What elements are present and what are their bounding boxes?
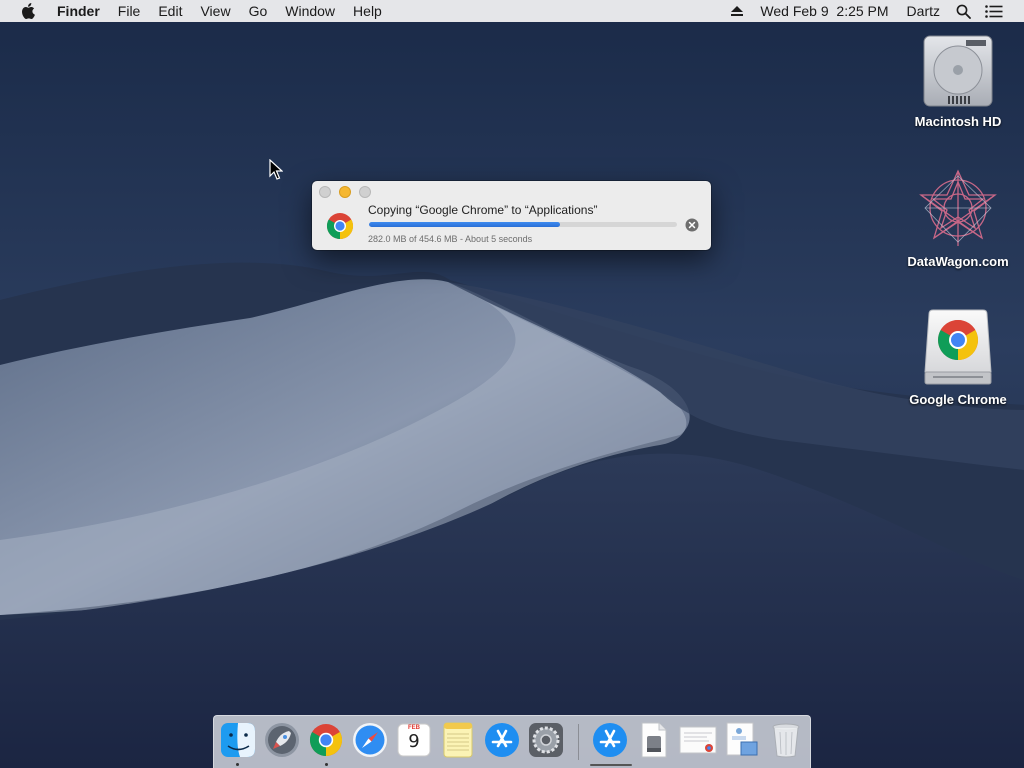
- safari-compass-icon: [353, 723, 387, 757]
- dock-google-chrome[interactable]: [307, 721, 345, 759]
- notification-center-icon[interactable]: [978, 0, 1010, 22]
- window-zoom-button[interactable]: [359, 186, 371, 198]
- spotlight-search-icon[interactable]: [949, 0, 978, 22]
- dock-app-store-downloads[interactable]: [591, 721, 629, 759]
- dock-system-preferences[interactable]: [527, 721, 565, 759]
- copy-dialog-title: Copying “Google Chrome” to “Applications…: [368, 203, 598, 217]
- copy-progress-bar: [369, 222, 677, 227]
- dock-calendar[interactable]: FEB 9: [395, 721, 433, 759]
- dock-app-store[interactable]: [483, 721, 521, 759]
- desktop-icon-macintosh-hd[interactable]: Macintosh HD: [898, 32, 1018, 129]
- menu-go[interactable]: Go: [240, 0, 277, 22]
- dock-launchpad[interactable]: [263, 721, 301, 759]
- menu-app-finder[interactable]: Finder: [48, 0, 109, 22]
- dock-progress-indicator: [590, 764, 632, 766]
- copy-status-text: 282.0 MB of 454.6 MB - About 5 seconds: [368, 234, 533, 244]
- chrome-icon: [326, 213, 354, 240]
- notes-icon: [443, 722, 473, 758]
- menu-edit[interactable]: Edit: [149, 0, 191, 22]
- app-store-icon: [485, 723, 519, 757]
- dock-running-indicator: [325, 763, 328, 766]
- apple-icon[interactable]: [8, 0, 48, 22]
- calendar-day: 9: [408, 731, 420, 752]
- dock-disk-image-file[interactable]: [635, 721, 673, 759]
- menu-help[interactable]: Help: [344, 0, 391, 22]
- dock: FEB 9: [213, 715, 811, 768]
- desktop-icon-datawagon[interactable]: DataWagon.com: [898, 168, 1018, 269]
- dock-separator: [578, 724, 579, 760]
- eject-icon[interactable]: [723, 0, 751, 22]
- chrome-icon: [309, 724, 343, 757]
- copy-progress-dialog: Copying “Google Chrome” to “Applications…: [312, 181, 711, 250]
- dock-safari[interactable]: [351, 721, 389, 759]
- finder-icon: [221, 723, 255, 757]
- menu-clock[interactable]: Wed Feb 9 2:25 PM: [751, 0, 897, 22]
- desktop-icon-label: Google Chrome: [909, 392, 1007, 407]
- datawagon-logo-icon: [919, 169, 997, 246]
- dock-notes[interactable]: [439, 721, 477, 759]
- desktop-icon-label: Macintosh HD: [914, 114, 1002, 129]
- document-icon: [641, 722, 667, 758]
- hard-drive-icon: [923, 35, 993, 107]
- chrome-disk-image-icon: [924, 309, 992, 385]
- preview-document-icon: [726, 722, 758, 756]
- cancel-copy-button[interactable]: [685, 218, 699, 232]
- desktop: Finder File Edit View Go Window Help Wed…: [0, 0, 1024, 768]
- gear-icon: [529, 723, 563, 757]
- dock-preview-document[interactable]: [723, 721, 761, 759]
- mouse-cursor-icon: [269, 159, 283, 180]
- dock-document[interactable]: [679, 721, 717, 759]
- dock-trash[interactable]: [767, 721, 805, 759]
- trash-icon: [772, 723, 800, 758]
- copy-progress-fill: [369, 222, 560, 227]
- menu-extras: Wed Feb 9 2:25 PM Dartz: [723, 0, 1024, 22]
- desktop-icon-google-chrome-dmg[interactable]: Google Chrome: [898, 308, 1018, 407]
- window-minimize-button[interactable]: [339, 186, 351, 198]
- launchpad-rocket-icon: [265, 723, 299, 757]
- document-icon: [679, 726, 717, 754]
- dock-finder[interactable]: [219, 721, 257, 759]
- dock-running-indicator: [236, 763, 239, 766]
- menu-bar: Finder File Edit View Go Window Help Wed…: [0, 0, 1024, 22]
- window-close-button[interactable]: [319, 186, 331, 198]
- menu-user[interactable]: Dartz: [898, 0, 949, 22]
- menu-view[interactable]: View: [191, 0, 239, 22]
- menu-window[interactable]: Window: [276, 0, 344, 22]
- app-store-icon: [593, 723, 627, 757]
- desktop-wallpaper: [0, 0, 1024, 768]
- menu-file[interactable]: File: [109, 0, 150, 22]
- desktop-icon-label: DataWagon.com: [907, 254, 1009, 269]
